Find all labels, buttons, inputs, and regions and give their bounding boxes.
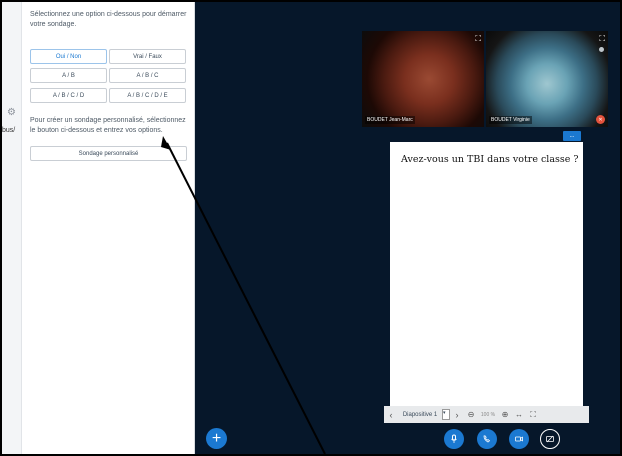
custom-poll-button[interactable]: Sondage personnalisé bbox=[30, 146, 187, 161]
screen-share-button[interactable] bbox=[540, 429, 560, 449]
muted-mic-icon: ✕ bbox=[596, 115, 605, 124]
zoom-in-icon[interactable]: ⊕ bbox=[498, 410, 512, 419]
actions-plus-button[interactable]: + bbox=[206, 428, 227, 449]
slide-question: Avez-vous un TBI dans votre classe ? bbox=[401, 154, 579, 165]
status-dot-icon bbox=[599, 47, 604, 52]
expand-icon[interactable]: ⛶ bbox=[475, 34, 481, 44]
poll-option-abcde[interactable]: A / B / C / D / E bbox=[109, 88, 186, 103]
sidebar-cut-text: bus/ bbox=[2, 127, 16, 134]
poll-option-abc[interactable]: A / B / C bbox=[109, 68, 186, 83]
poll-option-yes-no[interactable]: Oui / Non bbox=[30, 49, 107, 64]
poll-option-true-false[interactable]: Vrai / Faux bbox=[109, 49, 186, 64]
poll-panel: Sélectionnez une option ci-dessous pour … bbox=[22, 2, 195, 454]
microphone-button[interactable] bbox=[444, 429, 464, 449]
next-slide-button[interactable]: › bbox=[450, 410, 464, 420]
left-sidebar: ⚙ bus/ bbox=[2, 2, 22, 454]
presentation-slide: Avez-vous un TBI dans votre classe ? bbox=[390, 142, 583, 406]
gear-icon[interactable]: ⚙ bbox=[7, 107, 16, 118]
audio-phone-button[interactable] bbox=[477, 429, 497, 449]
screen-share-off-icon bbox=[546, 435, 554, 443]
camera-button[interactable] bbox=[509, 429, 529, 449]
camera-icon bbox=[515, 436, 523, 442]
poll-custom-text: Pour créer un sondage personnalisé, séle… bbox=[30, 117, 186, 134]
phone-icon bbox=[483, 435, 491, 443]
zoom-level: 100 % bbox=[480, 411, 496, 418]
poll-option-ab[interactable]: A / B bbox=[30, 68, 107, 83]
zoom-out-icon[interactable]: ⊖ bbox=[464, 410, 478, 419]
video-tile-virginie[interactable]: ⛶ BOUDET Virginie ✕ bbox=[486, 31, 608, 127]
video-name-label: BOUDET Virginie bbox=[489, 116, 532, 124]
slide-selector-label[interactable]: Diapositive 1 bbox=[398, 412, 442, 418]
fit-width-icon[interactable]: ↔ bbox=[512, 410, 526, 419]
poll-intro-text: Sélectionnez une option ci-dessous pour … bbox=[30, 11, 187, 28]
presentation-stage: ⛶ BOUDET Jean-Marc ⛶ BOUDET Virginie ✕ .… bbox=[195, 2, 620, 454]
poll-option-abcd[interactable]: A / B / C / D bbox=[30, 88, 107, 103]
previous-slide-button[interactable]: ‹ bbox=[384, 410, 398, 420]
video-tile-jean-marc[interactable]: ⛶ BOUDET Jean-Marc bbox=[362, 31, 484, 127]
slide-menu-button[interactable]: ... bbox=[563, 131, 581, 141]
video-name-label: BOUDET Jean-Marc bbox=[365, 116, 415, 124]
expand-icon[interactable]: ⛶ bbox=[599, 34, 605, 44]
slide-toolbar: ‹ Diapositive 1 ▾ › ⊖ 100 % ⊕ ↔ ⛶ bbox=[384, 406, 589, 423]
microphone-icon bbox=[451, 434, 457, 443]
fullscreen-icon[interactable]: ⛶ bbox=[526, 410, 540, 420]
chevron-down-icon[interactable]: ▾ bbox=[442, 409, 450, 420]
